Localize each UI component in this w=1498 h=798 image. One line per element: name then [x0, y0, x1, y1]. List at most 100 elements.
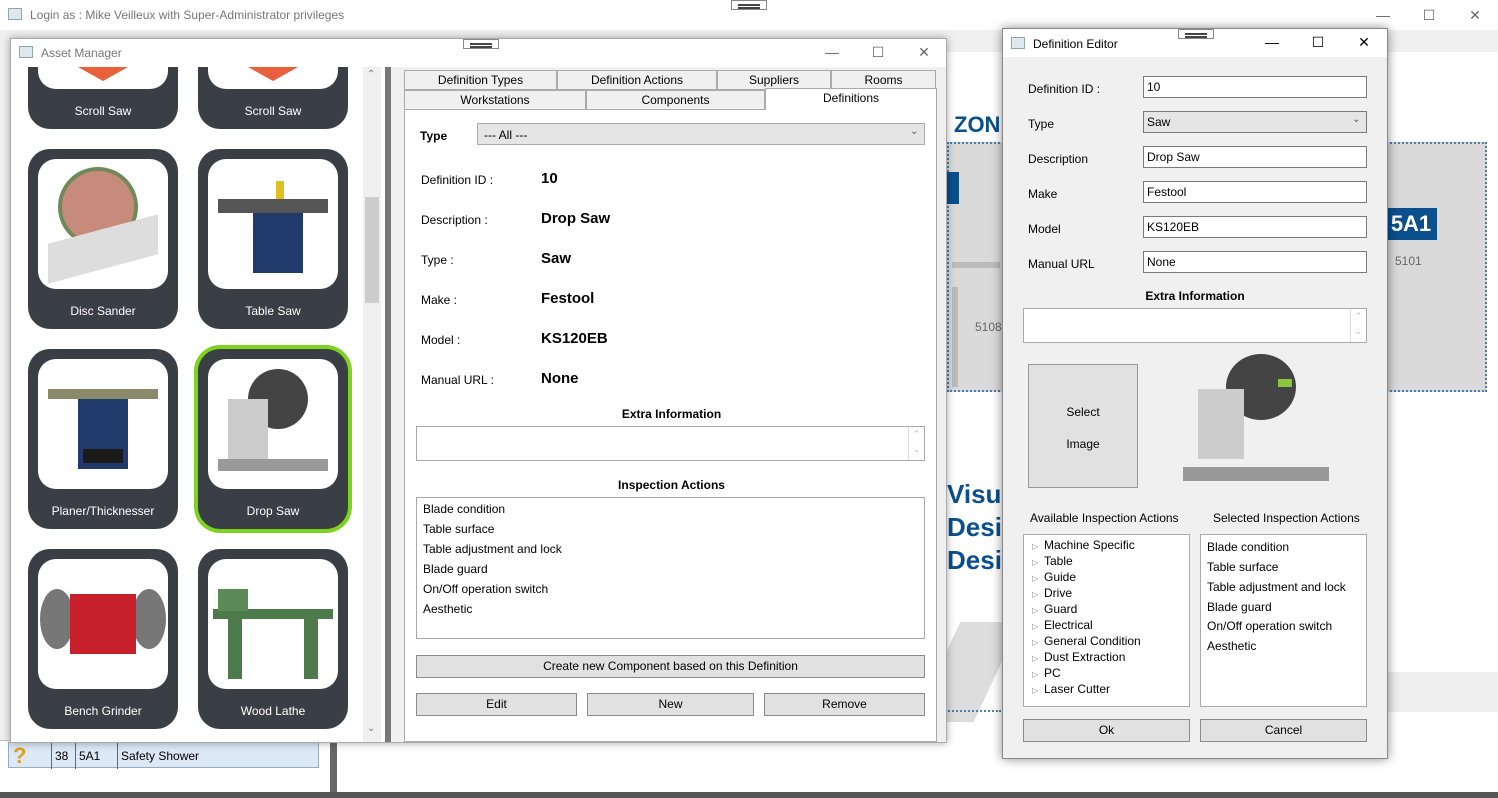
tree-item[interactable]: ▷ Machine Specific: [1032, 538, 1135, 552]
tile-drop-saw[interactable]: Drop Saw: [198, 349, 348, 529]
create-component-button[interactable]: Create new Component based on this Defin…: [416, 655, 925, 678]
list-item[interactable]: Aesthetic: [1207, 639, 1256, 653]
table-row[interactable]: ? 38 5A1 Safety Shower: [8, 742, 319, 769]
list-item[interactable]: Aesthetic: [423, 602, 472, 616]
scroll-down-icon[interactable]: ⌄: [367, 723, 375, 734]
tile-bench-grinder[interactable]: Bench Grinder: [28, 549, 178, 729]
tile-label: Scroll Saw: [74, 104, 132, 118]
list-item[interactable]: Blade condition: [423, 502, 505, 516]
select-image-button[interactable]: Select Image: [1028, 364, 1138, 488]
expand-arrow-icon[interactable]: ▷: [1032, 654, 1044, 663]
list-item[interactable]: Table adjustment and lock: [423, 542, 562, 556]
minimize-icon[interactable]: —: [1360, 0, 1406, 30]
drag-grip-icon[interactable]: [1178, 29, 1214, 39]
tile-scroll-saw[interactable]: Scroll Saw: [198, 67, 348, 129]
drag-grip-icon[interactable]: [731, 0, 767, 10]
tile-label: Table Saw: [245, 304, 301, 318]
scrollbar-thumb[interactable]: [365, 197, 379, 303]
maximize-icon[interactable]: ☐: [1406, 0, 1452, 30]
expand-arrow-icon[interactable]: ▷: [1032, 574, 1044, 583]
inspection-actions-label: Inspection Actions: [618, 478, 725, 492]
tab-definitions[interactable]: Definitions: [765, 88, 937, 110]
list-item[interactable]: Blade guard: [1207, 600, 1272, 614]
expand-arrow-icon[interactable]: ▷: [1032, 670, 1044, 679]
drag-grip-icon[interactable]: [463, 39, 499, 49]
type-select[interactable]: Saw ⌄: [1143, 111, 1367, 133]
asset-manager-title-bar: Asset Manager — ☐ ✕: [11, 39, 946, 67]
tab-components[interactable]: Components: [586, 90, 765, 110]
tile-table-saw[interactable]: Table Saw: [198, 149, 348, 329]
list-item[interactable]: On/Off operation switch: [1207, 619, 1332, 633]
maximize-icon[interactable]: ☐: [855, 38, 901, 66]
tile-label: Drop Saw: [246, 504, 300, 518]
expand-arrow-icon[interactable]: ▷: [1032, 622, 1044, 631]
list-item[interactable]: On/Off operation switch: [423, 582, 548, 596]
make-field[interactable]: Festool: [1143, 181, 1367, 203]
tab-definition-actions[interactable]: Definition Actions: [557, 70, 717, 90]
tree-item[interactable]: ▷ Laser Cutter: [1032, 682, 1110, 696]
available-actions-tree[interactable]: ▷ Machine Specific ▷ Table ▷ Guide ▷ Drive ▷…: [1023, 534, 1190, 707]
edit-button[interactable]: Edit: [416, 693, 577, 716]
close-icon[interactable]: ✕: [1452, 0, 1498, 30]
list-item[interactable]: Table surface: [423, 522, 494, 536]
expand-arrow-icon[interactable]: ▷: [1032, 686, 1044, 695]
tile-planer-thicknesser[interactable]: Planer/Thicknesser: [28, 349, 178, 529]
textarea-scrollbar[interactable]: ⌃ ⌄: [908, 427, 924, 460]
tile-wood-lathe[interactable]: Wood Lathe: [198, 549, 348, 729]
field-label-model: Model :: [421, 333, 461, 347]
visual-design-text: Visu Desi Desi: [947, 478, 1002, 577]
expand-arrow-icon[interactable]: ▷: [1032, 638, 1044, 647]
tree-item[interactable]: ▷ Electrical: [1032, 618, 1093, 632]
tab-suppliers[interactable]: Suppliers: [717, 70, 831, 90]
zone-label: ZON: [954, 112, 1001, 137]
list-item[interactable]: Blade condition: [1207, 540, 1289, 554]
model-field[interactable]: KS120EB: [1143, 216, 1367, 238]
tab-definition-types[interactable]: Definition Types: [404, 70, 557, 90]
tree-item[interactable]: ▷ PC: [1032, 666, 1061, 680]
maximize-icon[interactable]: ☐: [1295, 28, 1341, 56]
tree-item[interactable]: ▷ Table: [1032, 554, 1073, 568]
new-button[interactable]: New: [587, 693, 754, 716]
type-filter-select[interactable]: --- All --- ⌄: [477, 123, 925, 145]
scroll-saw-image: [248, 67, 298, 81]
scroll-up-icon[interactable]: ⌃: [367, 69, 375, 80]
room-number-5108: 5108: [975, 320, 1002, 334]
definition-id-field[interactable]: 10: [1143, 76, 1367, 98]
inspection-actions-list[interactable]: Blade condition Table surface Table adju…: [416, 497, 925, 639]
row-code: 5A1: [79, 749, 101, 763]
grinder-wheel-left: [40, 589, 74, 649]
expand-arrow-icon[interactable]: ▷: [1032, 606, 1044, 615]
tree-item[interactable]: ▷ Guard: [1032, 602, 1077, 616]
tree-item[interactable]: ▷ General Condition: [1032, 634, 1141, 648]
remove-button[interactable]: Remove: [764, 693, 925, 716]
tree-item[interactable]: ▷ Drive: [1032, 586, 1072, 600]
close-icon[interactable]: ✕: [901, 38, 947, 66]
description-field[interactable]: Drop Saw: [1143, 146, 1367, 168]
tree-item[interactable]: ▷ Dust Extraction: [1032, 650, 1125, 664]
expand-arrow-icon[interactable]: ▷: [1032, 558, 1044, 567]
list-item[interactable]: Blade guard: [423, 562, 488, 576]
extra-information-textarea[interactable]: ⌃ ⌄: [416, 426, 925, 461]
minimize-icon[interactable]: —: [1249, 28, 1295, 56]
ok-button[interactable]: Ok: [1023, 719, 1190, 742]
selected-actions-label: Selected Inspection Actions: [1213, 511, 1360, 525]
minimize-icon[interactable]: —: [809, 38, 855, 66]
gallery-scrollbar[interactable]: ⌃ ⌄: [363, 67, 381, 742]
selected-actions-list[interactable]: Blade condition Table surface Table adju…: [1200, 534, 1367, 707]
list-item[interactable]: Table surface: [1207, 560, 1278, 574]
textarea-scrollbar[interactable]: ⌃ ⌄: [1350, 309, 1366, 342]
list-item[interactable]: Table adjustment and lock: [1207, 580, 1346, 594]
tile-disc-sander[interactable]: Disc Sander: [28, 149, 178, 329]
expand-arrow-icon[interactable]: ▷: [1032, 590, 1044, 599]
tree-item[interactable]: ▷ Guide: [1032, 570, 1076, 584]
close-icon[interactable]: ✕: [1341, 28, 1387, 56]
expand-arrow-icon[interactable]: ▷: [1032, 542, 1044, 551]
tab-rooms[interactable]: Rooms: [831, 70, 936, 90]
cancel-button[interactable]: Cancel: [1200, 719, 1367, 742]
manual-url-field[interactable]: None: [1143, 251, 1367, 273]
select-image-label: Select: [1066, 405, 1100, 419]
editor-extra-information-textarea[interactable]: ⌃ ⌄: [1023, 308, 1367, 343]
tab-workstations[interactable]: Workstations: [404, 90, 586, 110]
tile-scroll-saw[interactable]: Scroll Saw: [28, 67, 178, 129]
field-label-type: Type :: [421, 253, 454, 267]
